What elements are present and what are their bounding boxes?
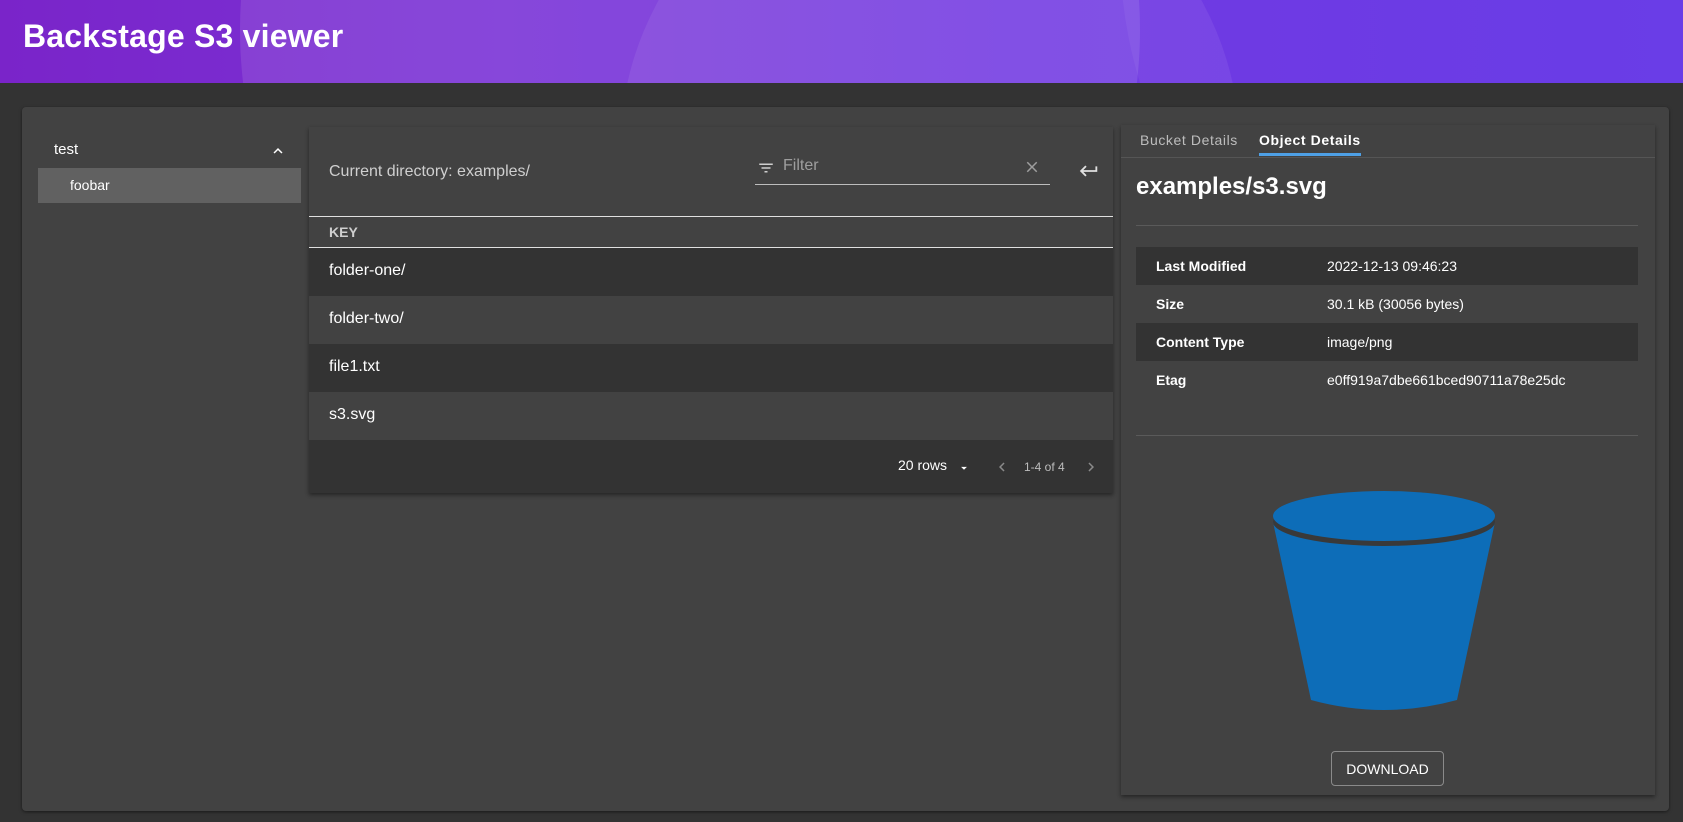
s3-bucket-icon (1273, 491, 1495, 710)
object-browser: Current directory: examples/ KEY folder-… (309, 127, 1113, 493)
property-row: Content Type image/png (1136, 323, 1638, 361)
dropdown-caret-icon[interactable] (957, 461, 971, 475)
app-header: Backstage S3 viewer (0, 0, 1683, 83)
filter-icon (759, 163, 773, 173)
tab-object-details[interactable]: Object Details (1259, 132, 1361, 156)
divider (1136, 225, 1638, 226)
tree-node-label: test (54, 141, 79, 158)
rows-per-page-select[interactable]: 20 rows (898, 457, 947, 473)
property-key: Content Type (1156, 334, 1245, 350)
property-value: e0ff919a7dbe661bced90711a78e25dc (1327, 372, 1566, 388)
table-row[interactable]: s3.svg (309, 392, 1113, 440)
property-value: image/png (1327, 334, 1393, 350)
table-header: KEY (309, 216, 1113, 248)
clear-icon[interactable] (1023, 158, 1041, 176)
row-key: file1.txt (329, 358, 380, 375)
details-tabs: Bucket Details Object Details (1121, 125, 1655, 158)
divider (1136, 435, 1638, 436)
property-row: Size 30.1 kB (30056 bytes) (1136, 285, 1638, 323)
filter-input[interactable] (783, 153, 1013, 179)
page-range: 1-4 of 4 (1024, 460, 1065, 474)
details-panel: Bucket Details Object Details examples/s… (1121, 125, 1655, 795)
chevron-left-icon[interactable] (993, 458, 1011, 476)
row-key: s3.svg (329, 406, 376, 423)
row-key: folder-one/ (329, 262, 406, 279)
chevron-right-icon[interactable] (1082, 458, 1100, 476)
property-value: 2022-12-13 09:46:23 (1327, 258, 1457, 274)
row-key: folder-two/ (329, 310, 404, 327)
property-row: Last Modified 2022-12-13 09:46:23 (1136, 247, 1638, 285)
tree-item-foobar[interactable]: foobar (38, 168, 301, 203)
download-button[interactable]: DOWNLOAD (1331, 751, 1444, 786)
property-value: 30.1 kB (30056 bytes) (1327, 296, 1464, 312)
property-key: Size (1156, 296, 1185, 312)
table-row[interactable]: file1.txt (309, 344, 1113, 392)
current-directory: Current directory: examples/ (329, 163, 530, 180)
table-row[interactable]: folder-two/ (309, 296, 1113, 344)
tree-node-test[interactable]: test (38, 134, 301, 166)
object-title: examples/s3.svg (1136, 173, 1327, 200)
column-header-key: KEY (329, 224, 358, 240)
tab-bucket-details[interactable]: Bucket Details (1140, 132, 1238, 156)
filter-field[interactable] (755, 149, 1050, 185)
enter-icon[interactable] (1078, 160, 1100, 182)
property-key: Last Modified (1156, 258, 1247, 274)
property-row: Etag e0ff919a7dbe661bced90711a78e25dc (1136, 361, 1638, 399)
property-key: Etag (1156, 372, 1187, 388)
pagination: 20 rows 1-4 of 4 (309, 440, 1113, 493)
header-decoration (1120, 0, 1683, 83)
table-row[interactable]: folder-one/ (309, 248, 1113, 296)
page-title: Backstage S3 viewer (23, 18, 344, 54)
chevron-up-icon[interactable] (269, 142, 287, 160)
tree-item-label: foobar (70, 177, 110, 193)
